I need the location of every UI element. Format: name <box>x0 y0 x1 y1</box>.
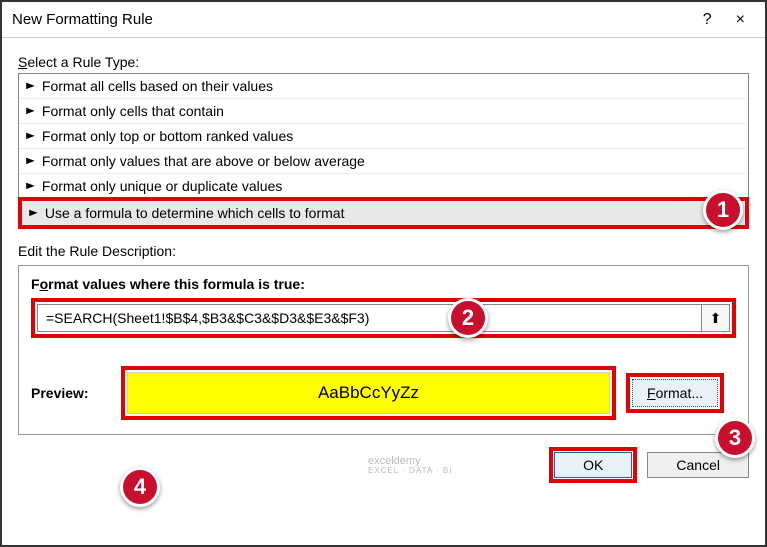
annotation-highlight-1: ► Use a formula to determine which cells… <box>18 197 749 229</box>
arrow-icon: ► <box>23 180 37 192</box>
rule-type-list: ► Format all cells based on their values… <box>18 73 749 199</box>
annotation-highlight-3: Format... <box>626 373 724 413</box>
collapse-dialog-icon[interactable]: ⬆ <box>702 304 730 332</box>
rule-item-top-bottom[interactable]: ► Format only top or bottom ranked value… <box>19 124 748 149</box>
close-icon[interactable]: × <box>726 11 755 29</box>
rule-description-box: Format values where this formula is true… <box>18 265 749 435</box>
arrow-icon: ► <box>23 155 37 167</box>
annotation-badge-1: 1 <box>703 190 743 230</box>
rule-item-all-cells[interactable]: ► Format all cells based on their values <box>19 74 748 99</box>
preview-sample: AaBbCcYyZz <box>127 372 610 414</box>
annotation-highlight-4: AaBbCcYyZz <box>121 366 616 420</box>
preview-label: Preview: <box>31 385 111 401</box>
titlebar: New Formatting Rule ? × <box>2 2 765 38</box>
dialog-title: New Formatting Rule <box>12 11 153 28</box>
annotation-badge-3: 3 <box>715 418 755 458</box>
rule-type-label: Select a Rule Type: <box>18 54 749 70</box>
formula-input[interactable] <box>37 304 702 332</box>
annotation-badge-2: 2 <box>448 298 488 338</box>
format-button[interactable]: Format... <box>632 379 718 407</box>
arrow-icon: ► <box>23 80 37 92</box>
rule-item-use-formula[interactable]: ► Use a formula to determine which cells… <box>22 201 745 225</box>
annotation-highlight-ok: OK <box>549 447 637 483</box>
arrow-icon: ► <box>26 207 40 219</box>
formula-label: Format values where this formula is true… <box>31 276 736 292</box>
rule-item-cells-contain[interactable]: ► Format only cells that contain <box>19 99 748 124</box>
annotation-highlight-2: ⬆ <box>31 298 736 338</box>
help-button[interactable]: ? <box>689 11 726 29</box>
rule-item-above-below[interactable]: ► Format only values that are above or b… <box>19 149 748 174</box>
arrow-icon: ► <box>23 130 37 142</box>
arrow-icon: ► <box>23 105 37 117</box>
annotation-badge-4: 4 <box>120 467 160 507</box>
rule-item-unique-duplicate[interactable]: ► Format only unique or duplicate values <box>19 174 748 198</box>
rule-description-label: Edit the Rule Description: <box>18 243 749 259</box>
ok-button[interactable]: OK <box>554 452 632 478</box>
watermark: exceldemy EXCEL · DATA · BI <box>18 455 452 476</box>
